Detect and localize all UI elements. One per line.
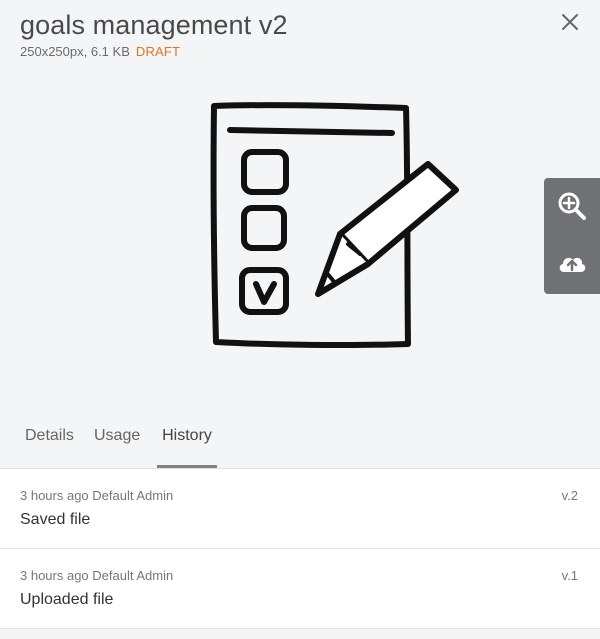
file-preview-image	[200, 98, 470, 358]
history-version: v.2	[561, 488, 578, 503]
tab-details[interactable]: Details	[25, 416, 74, 466]
close-icon	[562, 14, 578, 30]
upload-button[interactable]	[556, 248, 588, 280]
history-list: 3 hours ago Default Admin v.2 Saved file…	[0, 468, 600, 629]
file-title: goals management v2	[20, 10, 288, 40]
history-timestamp: 3 hours ago Default Admin	[20, 488, 174, 503]
close-button[interactable]	[558, 10, 582, 34]
tab-bar: Details Usage History	[0, 416, 600, 468]
tab-history[interactable]: History	[157, 416, 217, 468]
file-meta: 250x250px, 6.1 KB DRAFT	[20, 44, 540, 59]
history-action: Saved file	[20, 511, 91, 528]
file-dimensions: 250x250px, 6.1 KB	[20, 44, 130, 59]
checklist-pencil-icon	[210, 102, 459, 349]
status-badge: DRAFT	[135, 44, 181, 59]
file-header: goals management v2 250x250px, 6.1 KB DRA…	[20, 8, 540, 59]
history-timestamp: 3 hours ago Default Admin	[20, 568, 174, 583]
list-item: 3 hours ago Default Admin v.1 Uploaded f…	[0, 548, 600, 629]
image-toolbar	[544, 178, 600, 294]
zoom-in-icon	[558, 192, 586, 220]
cloud-upload-icon	[559, 257, 586, 272]
history-action: Uploaded file	[20, 591, 114, 608]
tab-usage[interactable]: Usage	[94, 416, 140, 466]
list-item: 3 hours ago Default Admin v.2 Saved file	[0, 468, 600, 548]
zoom-button[interactable]	[556, 190, 588, 222]
history-version: v.1	[561, 568, 578, 583]
